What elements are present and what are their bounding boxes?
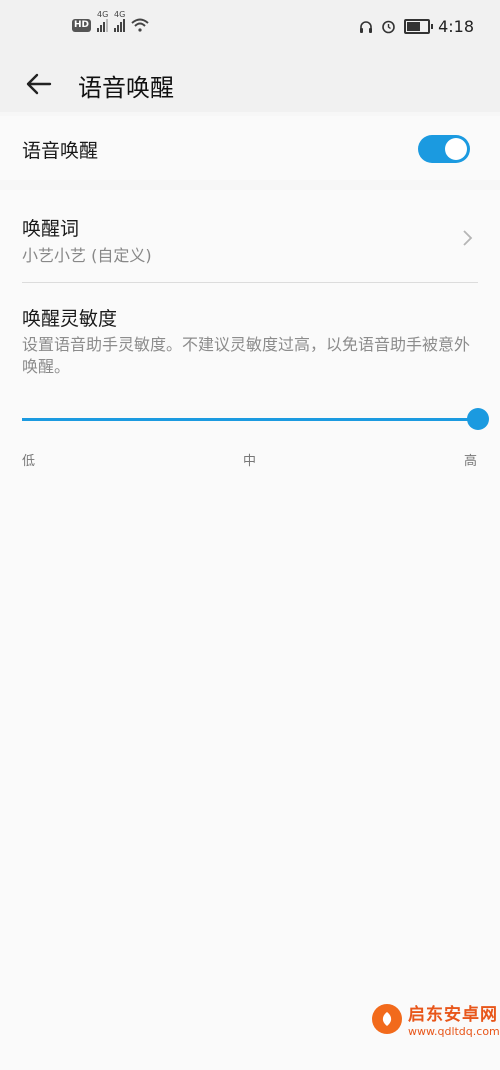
signal-icon: 4G (114, 10, 125, 32)
wake-word-value: 小艺小艺 (自定义) (22, 246, 152, 265)
voice-wake-row[interactable]: 语音唤醒 (0, 116, 500, 180)
status-left: HD 4G 4G (72, 10, 149, 32)
headset-icon (360, 20, 373, 33)
wake-word-title: 唤醒词 (22, 218, 80, 240)
clock-time: 4:18 (438, 17, 474, 36)
page-title: 语音唤醒 (78, 74, 174, 102)
watermark-logo-icon (372, 1004, 402, 1034)
signal-icon: 4G (97, 10, 108, 32)
chevron-right-icon (463, 230, 473, 246)
voice-wake-toggle[interactable] (418, 135, 470, 163)
watermark-brand: 启东安卓网 (408, 1005, 498, 1025)
toggle-knob (445, 138, 467, 160)
settings-card: 唤醒词 小艺小艺 (自定义) 唤醒灵敏度 设置语音助手灵敏度。不建议灵敏度过高，… (0, 190, 500, 1070)
slider-label-low: 低 (22, 454, 36, 469)
watermark-url: www.qdltdq.com (408, 1025, 500, 1038)
voice-wake-label: 语音唤醒 (22, 140, 99, 162)
sensitivity-slider-track[interactable] (22, 418, 478, 421)
wake-word-row[interactable]: 唤醒词 小艺小艺 (自定义) (0, 190, 500, 284)
wifi-icon (131, 18, 149, 32)
divider (22, 282, 478, 283)
sensitivity-slider-thumb[interactable] (467, 408, 489, 430)
hd-icon: HD (72, 18, 92, 32)
status-right: 4:18 (359, 17, 474, 36)
watermark: 启东安卓网 www.qdltdq.com (372, 1000, 500, 1038)
alarm-icon (382, 20, 395, 34)
back-arrow-icon[interactable] (22, 66, 58, 102)
watermark-text: 启东安卓网 www.qdltdq.com (408, 1000, 500, 1038)
slider-label-mid: 中 (243, 454, 257, 469)
status-bar: HD 4G 4G 4:18 (0, 0, 500, 56)
app-header: 语音唤醒 (0, 56, 500, 112)
battery-icon (404, 19, 434, 34)
sensitivity-description: 设置语音助手灵敏度。不建议灵敏度过高，以免语音助手被意外唤醒。 (22, 335, 471, 376)
slider-label-high: 高 (464, 454, 478, 469)
sensitivity-title: 唤醒灵敏度 (22, 308, 118, 330)
